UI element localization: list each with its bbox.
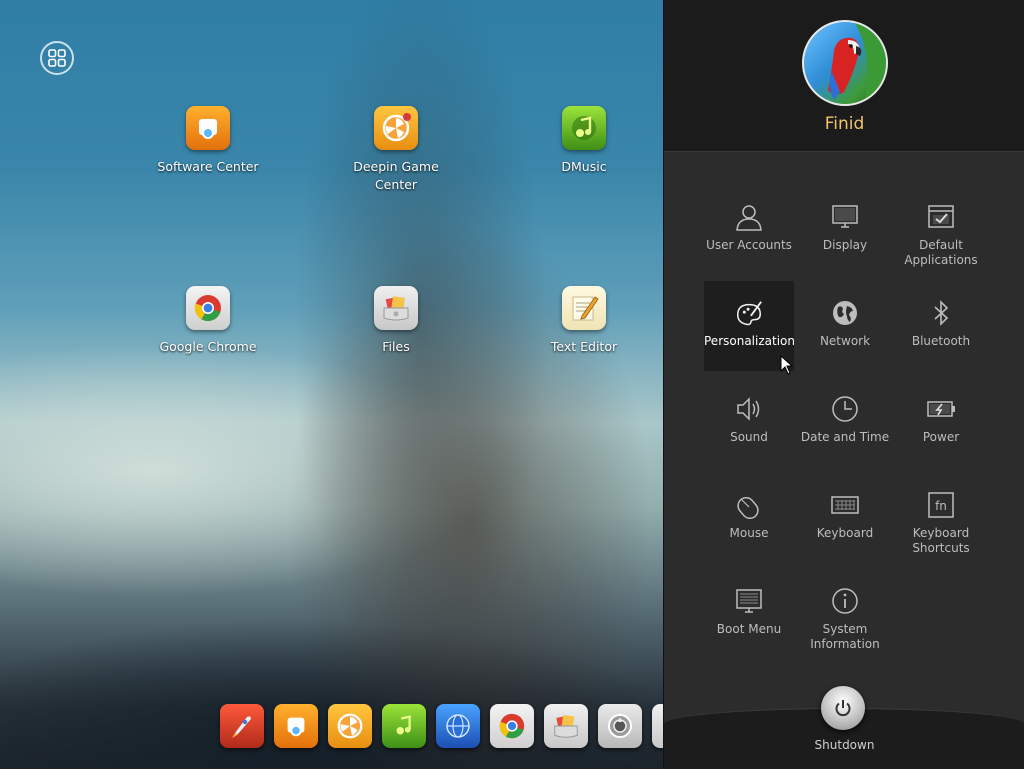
module-label: Personalization — [704, 334, 795, 348]
software-center-icon — [186, 106, 230, 150]
clock-icon — [830, 394, 860, 424]
mouse-cursor-icon — [780, 355, 794, 375]
text-editor-icon — [562, 286, 606, 330]
battery-icon — [926, 394, 956, 424]
module-label: Boot Menu — [716, 622, 782, 636]
module-keyboard-shortcuts[interactable]: fn Keyboard Shortcuts — [896, 473, 986, 563]
chrome-icon — [186, 286, 230, 330]
dock-files[interactable] — [544, 704, 588, 748]
browser-globe-icon — [446, 714, 470, 738]
files-icon — [374, 286, 418, 330]
module-label: Default Applications — [904, 238, 978, 267]
chrome-icon — [499, 713, 525, 739]
module-label: Keyboard — [816, 526, 874, 540]
files-icon — [554, 714, 578, 738]
desktop-app-google-chrome[interactable]: Google Chrome — [148, 286, 268, 356]
module-boot-menu[interactable]: Boot Menu — [704, 569, 794, 659]
desktop-app-software-center[interactable]: Software Center — [148, 106, 268, 176]
dock-chrome[interactable] — [490, 704, 534, 748]
dock-game-center[interactable] — [328, 704, 372, 748]
desktop-app-label: Text Editor — [550, 339, 618, 354]
desktop-app-label: DMusic — [561, 159, 607, 174]
game-center-icon — [337, 713, 363, 739]
shutdown-label: Shutdown — [814, 738, 875, 752]
dock-launcher-rocket[interactable] — [220, 704, 264, 748]
grid-icon — [48, 49, 66, 67]
module-display[interactable]: Display — [800, 185, 890, 275]
user-icon — [734, 202, 764, 232]
launcher-grid-button[interactable] — [40, 41, 74, 75]
checkbox-window-icon — [926, 202, 956, 232]
module-label: Bluetooth — [911, 334, 971, 348]
info-icon — [830, 586, 860, 616]
module-label: User Accounts — [706, 238, 792, 252]
dock-dmusic[interactable] — [382, 704, 426, 748]
power-icon — [835, 700, 851, 717]
module-label: Network — [819, 334, 871, 348]
module-default-applications[interactable]: Default Applications — [896, 185, 986, 275]
shutdown-button[interactable] — [821, 686, 865, 730]
desktop: Software Center Deepin Game Center DMusi… — [0, 0, 663, 768]
module-sound[interactable]: Sound — [704, 377, 794, 467]
speaker-icon — [734, 394, 764, 424]
keyboard-icon — [830, 490, 860, 520]
software-center-icon — [287, 717, 305, 737]
game-center-icon — [374, 106, 418, 150]
desktop-app-text-editor[interactable]: Text Editor — [524, 286, 644, 356]
module-power[interactable]: Power — [896, 377, 986, 467]
desktop-app-label: Files — [382, 339, 410, 354]
monitor-icon — [830, 202, 860, 232]
module-system-information[interactable]: System Information — [800, 569, 890, 659]
module-keyboard[interactable]: Keyboard — [800, 473, 890, 563]
globe-icon — [830, 298, 860, 328]
desktop-app-files[interactable]: Files — [336, 286, 456, 356]
module-mouse[interactable]: Mouse — [704, 473, 794, 563]
module-label: Power — [922, 430, 960, 444]
desktop-app-dmusic[interactable]: DMusic — [524, 106, 644, 176]
module-network[interactable]: Network — [800, 281, 890, 371]
control-center-panel: Finid User Accounts Display Default Appl… — [663, 0, 1024, 769]
desktop-app-label: Google Chrome — [159, 339, 257, 354]
module-label: Mouse — [729, 526, 769, 540]
fn-key-icon: fn — [926, 490, 956, 520]
username: Finid — [824, 114, 865, 134]
dock-system-settings[interactable] — [598, 704, 642, 748]
dock — [218, 702, 663, 750]
bluetooth-icon — [926, 298, 956, 328]
dmusic-icon — [396, 715, 411, 735]
module-label: Date and Time — [800, 430, 890, 444]
desktop-app-game-center[interactable]: Deepin Game Center — [336, 106, 456, 194]
module-bluetooth[interactable]: Bluetooth — [896, 281, 986, 371]
desktop-app-label: Software Center — [157, 159, 259, 174]
dock-software-center[interactable] — [274, 704, 318, 748]
palette-icon — [734, 298, 764, 328]
module-label: Sound — [730, 430, 768, 444]
dmusic-icon — [562, 106, 606, 150]
avatar[interactable] — [802, 20, 888, 106]
module-label: Keyboard Shortcuts — [912, 526, 970, 555]
boot-menu-icon — [734, 586, 764, 616]
dock-item-partial[interactable] — [652, 704, 663, 748]
module-user-accounts[interactable]: User Accounts — [704, 185, 794, 275]
svg-text:fn: fn — [935, 499, 947, 513]
module-label: Display — [822, 238, 868, 252]
dock-browser[interactable] — [436, 704, 480, 748]
module-label: System Information — [810, 622, 880, 651]
desktop-app-label: Deepin Game Center — [353, 159, 439, 192]
panel-header: Finid — [664, 0, 1024, 152]
launcher-rocket-icon — [232, 716, 251, 738]
parrot-avatar-icon — [828, 22, 886, 104]
module-date-and-time[interactable]: Date and Time — [800, 377, 890, 467]
system-settings-icon — [608, 714, 632, 738]
mouse-icon — [734, 490, 764, 520]
